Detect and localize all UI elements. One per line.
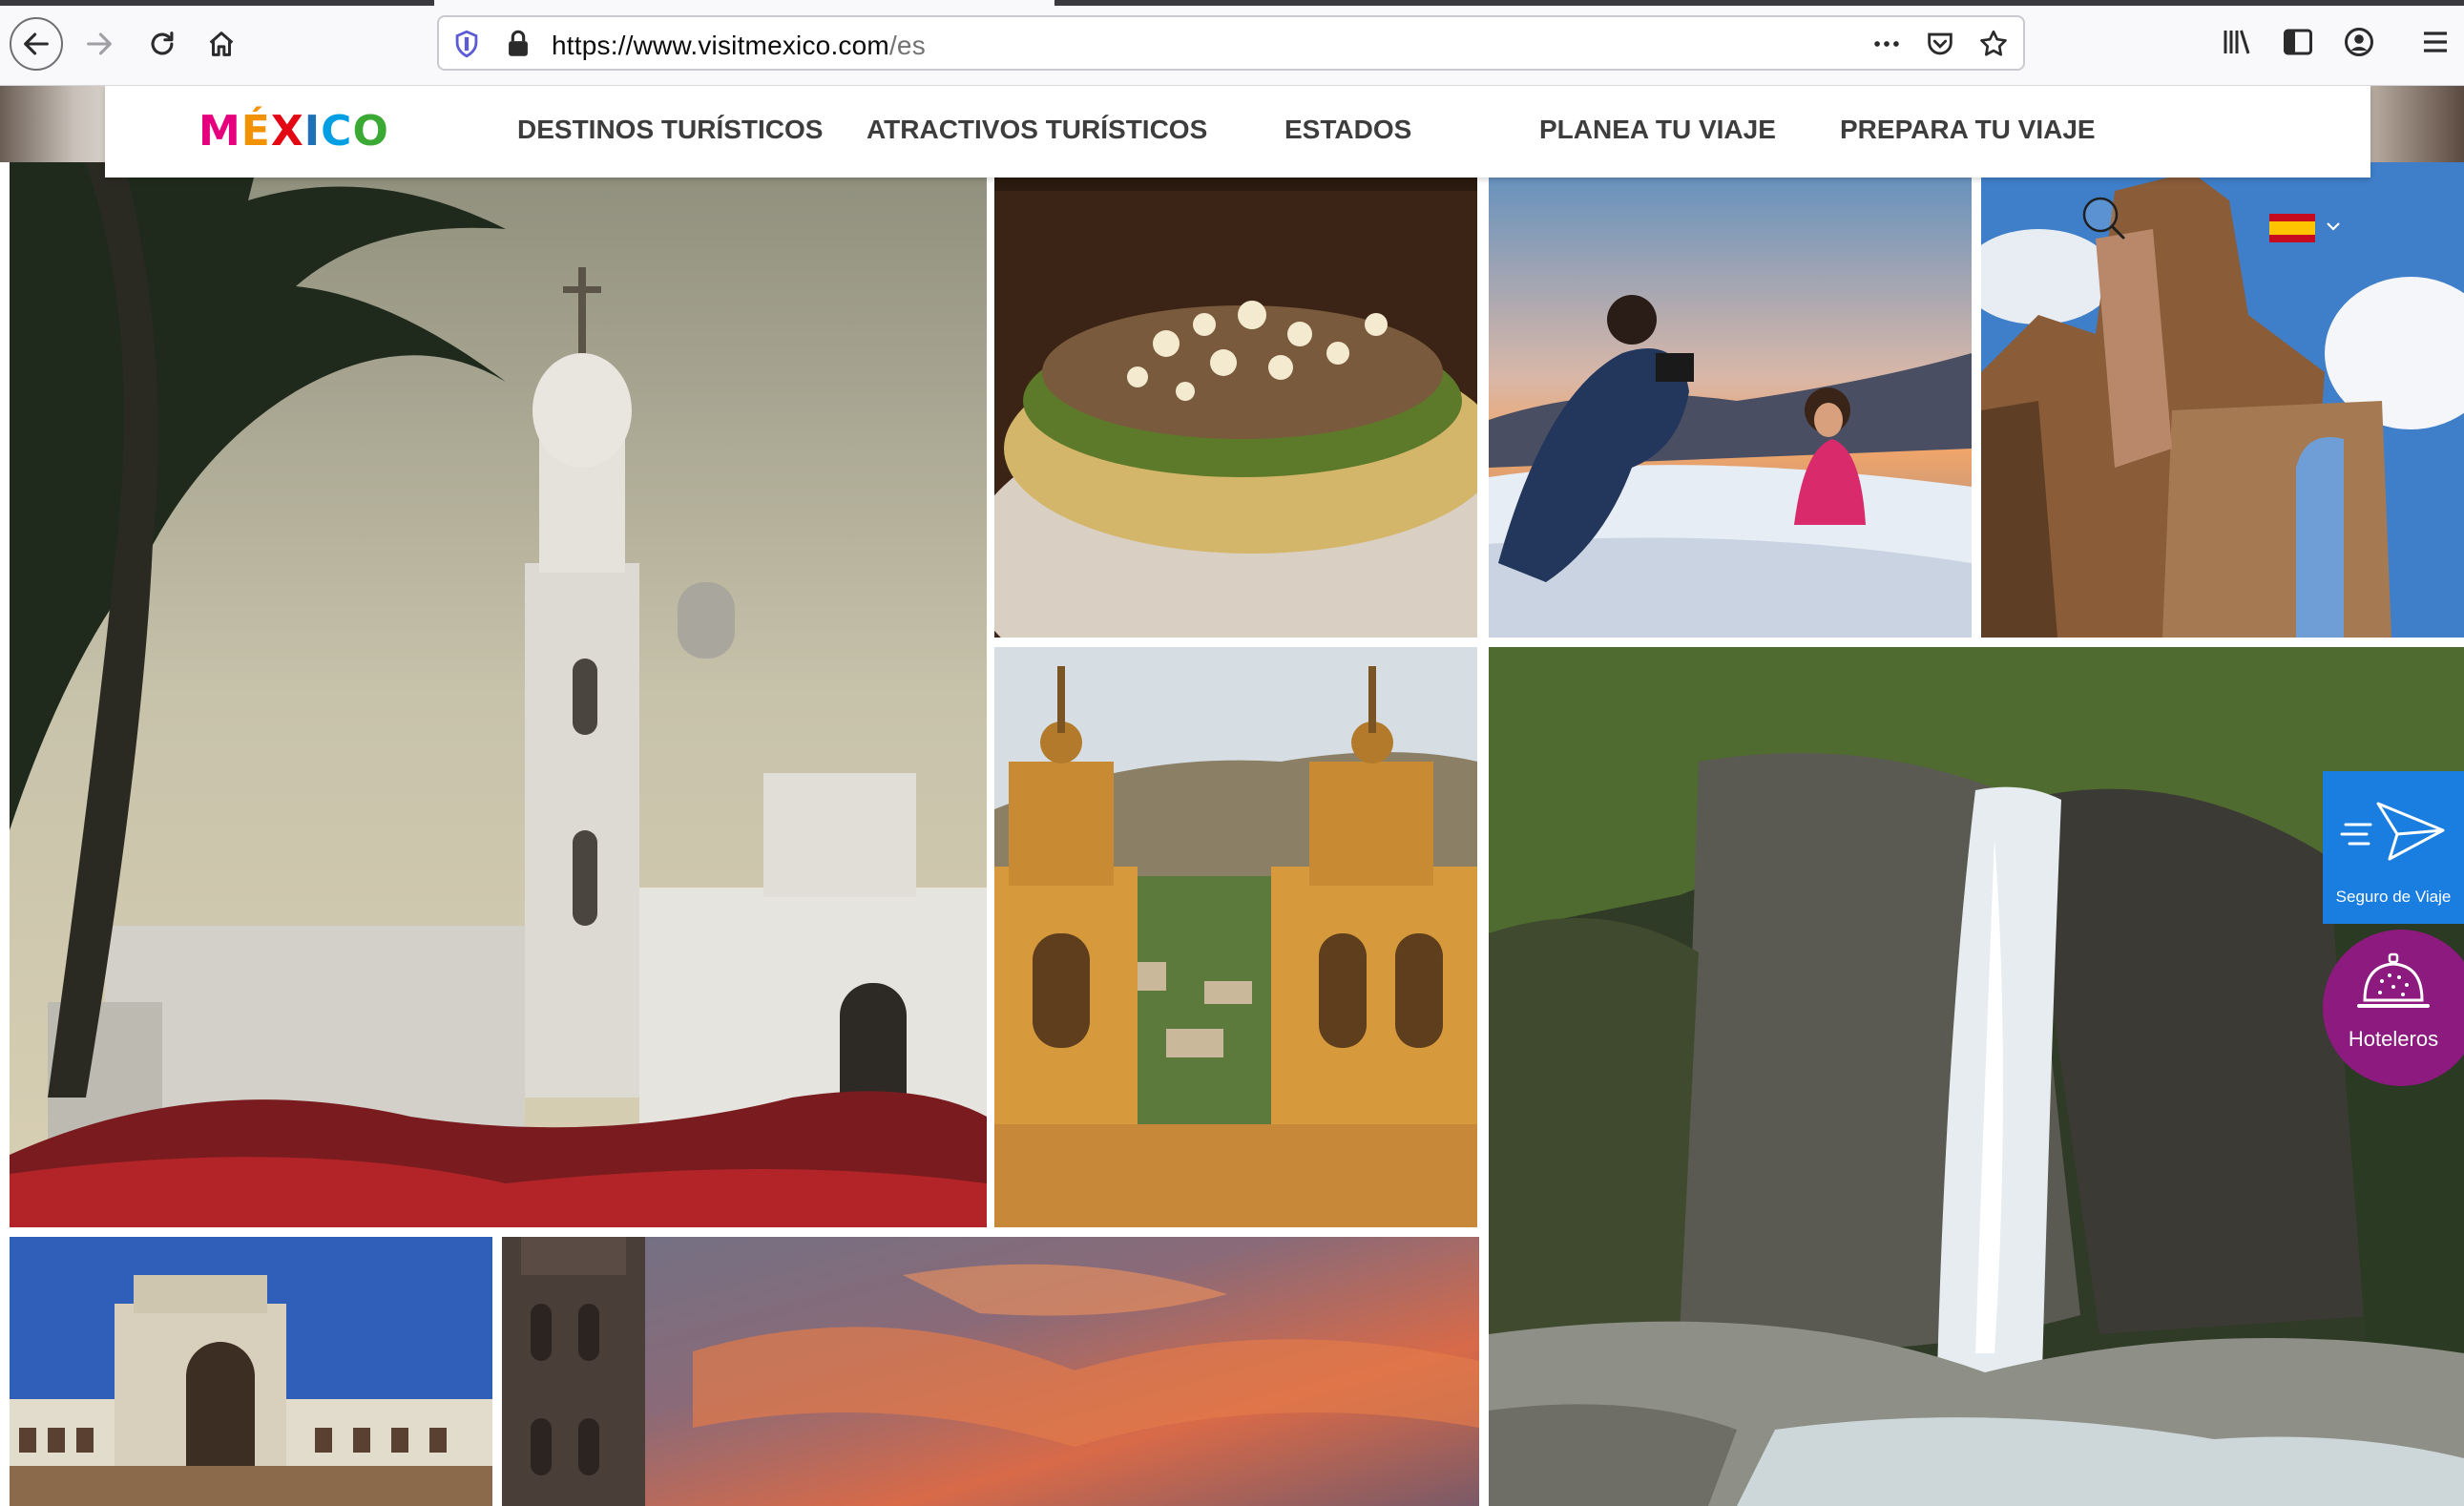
arrow-left-icon [24,32,49,55]
church-towers-image [994,647,1477,1227]
gallery-tile-tacos[interactable] [994,162,1477,638]
stone-ruin-image [1981,162,2464,638]
menu-prepara-tu-viaje[interactable]: PREPARA TU VIAJE [1840,115,2096,145]
lock-icon[interactable] [502,28,534,60]
logo-letter: O [352,107,389,156]
gallery-tile-sunset[interactable] [502,1237,1479,1506]
gallery-tile-towers[interactable] [994,647,1477,1227]
active-tab-indicator[interactable] [434,0,1055,6]
paper-plane-icon [2340,802,2445,861]
home-icon [209,31,234,56]
logo-letter: I [303,107,322,156]
address-bar[interactable]: https://www.visitmexico.com/es [437,15,2025,71]
gallery-tile-church[interactable] [10,162,987,1227]
logo-letter: C [321,107,353,156]
gallery-tile-waterfall[interactable] [1489,647,2464,1506]
arrow-right-icon [87,32,112,55]
travel-insurance-button[interactable]: Seguro de Viaje [2323,771,2464,924]
browser-toolbar: https://www.visitmexico.com/es [0,0,2464,86]
service-bell-icon [2357,952,2430,1008]
back-button[interactable] [10,17,63,71]
travel-insurance-label: Seguro de Viaje [2335,888,2452,906]
spain-flag-icon[interactable] [2269,214,2315,242]
url-main: https://www.visitmexico.com [552,31,889,60]
logo-letter: X [270,107,304,156]
gallery-tile-dunes[interactable] [1489,162,1972,638]
gallery-tile-building[interactable] [10,1237,492,1506]
url-text[interactable]: https://www.visitmexico.com/es [552,31,926,61]
search-icon[interactable] [2080,195,2128,242]
logo-letter: É [240,107,271,156]
menu-estados[interactable]: ESTADOS [1284,115,1411,145]
home-button[interactable] [198,21,244,67]
menu-destinos-turisticos[interactable]: DESTINOS TURÍSTICOS [517,115,823,145]
tacos-image [994,162,1477,638]
sidebar-icon[interactable] [2281,25,2315,59]
forward-button[interactable] [76,21,122,67]
mexico-logo[interactable]: MÉXICO [198,107,389,156]
pocket-icon[interactable] [1924,28,1956,60]
library-icon[interactable] [2220,25,2254,59]
tab-strip [0,0,2464,6]
gallery-tile-ruin[interactable] [1981,162,2464,638]
chevron-down-icon[interactable] [2323,216,2344,237]
menu-planea-tu-viaje[interactable]: PLANEA TU VIAJE [1539,115,1776,145]
hoteliers-label: Hoteleros [2348,1027,2439,1051]
site-header: MÉXICO DESTINOS TURÍSTICOS ATRACTIVOS TU… [105,86,2370,178]
sunset-tower-image [502,1237,1479,1506]
dunes-photographer-image [1489,162,1972,638]
account-icon[interactable] [2342,25,2376,59]
waterfall-image [1489,647,2464,1506]
church-image [10,162,987,1227]
more-actions-icon[interactable] [1870,28,1903,60]
hamburger-menu-icon[interactable] [2418,25,2453,59]
menu-atractivos-turisticos[interactable]: ATRACTIVOS TURÍSTICOS [867,115,1207,145]
reload-button[interactable] [139,21,185,67]
page-content: MÉXICO DESTINOS TURÍSTICOS ATRACTIVOS TU… [0,86,2464,1506]
art-deco-building-image [10,1237,492,1506]
logo-letter: M [198,107,241,156]
tracking-shield-icon[interactable] [450,28,483,60]
bookmark-star-icon[interactable] [1977,28,2010,60]
reload-icon [151,31,174,55]
url-path: /es [888,31,926,60]
